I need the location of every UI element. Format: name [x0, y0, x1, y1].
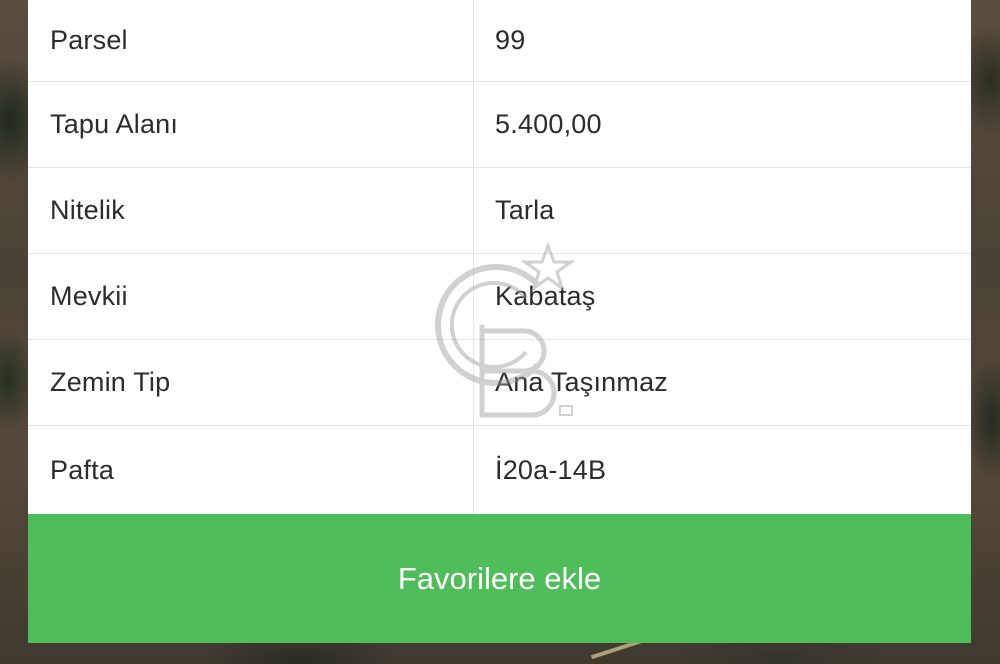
row-label: Pafta: [50, 454, 115, 485]
add-to-favorites-button[interactable]: Favorilere ekle: [28, 514, 971, 643]
row-label: Zemin Tip: [50, 367, 171, 397]
property-info-table: Parsel 99 Tapu Alanı 5.400,00 Nitelik Ta…: [28, 0, 971, 514]
table-row-zemin-tip: Zemin Tip Ana Taşınmaz: [28, 340, 971, 426]
row-value: Kabataş: [495, 281, 596, 311]
row-value: İ20a-14B: [495, 454, 607, 485]
table-row-tapu-alani: Tapu Alanı 5.400,00: [28, 82, 971, 168]
row-label: Parsel: [50, 25, 128, 55]
row-value: Tarla: [495, 195, 555, 225]
row-value: Ana Taşınmaz: [495, 367, 668, 397]
row-label: Mevkii: [50, 281, 128, 311]
row-label: Nitelik: [50, 195, 125, 225]
property-details-panel: Parsel 99 Tapu Alanı 5.400,00 Nitelik Ta…: [28, 0, 971, 643]
table-row-nitelik: Nitelik Tarla: [28, 168, 971, 254]
row-label: Tapu Alanı: [50, 109, 179, 139]
table-row-pafta: Pafta İ20a-14B: [28, 426, 971, 514]
row-value: 99: [495, 25, 526, 55]
table-row-mevkii: Mevkii Kabataş: [28, 254, 971, 340]
row-value: 5.400,00: [495, 109, 602, 139]
table-row-parsel: Parsel 99: [28, 0, 971, 82]
